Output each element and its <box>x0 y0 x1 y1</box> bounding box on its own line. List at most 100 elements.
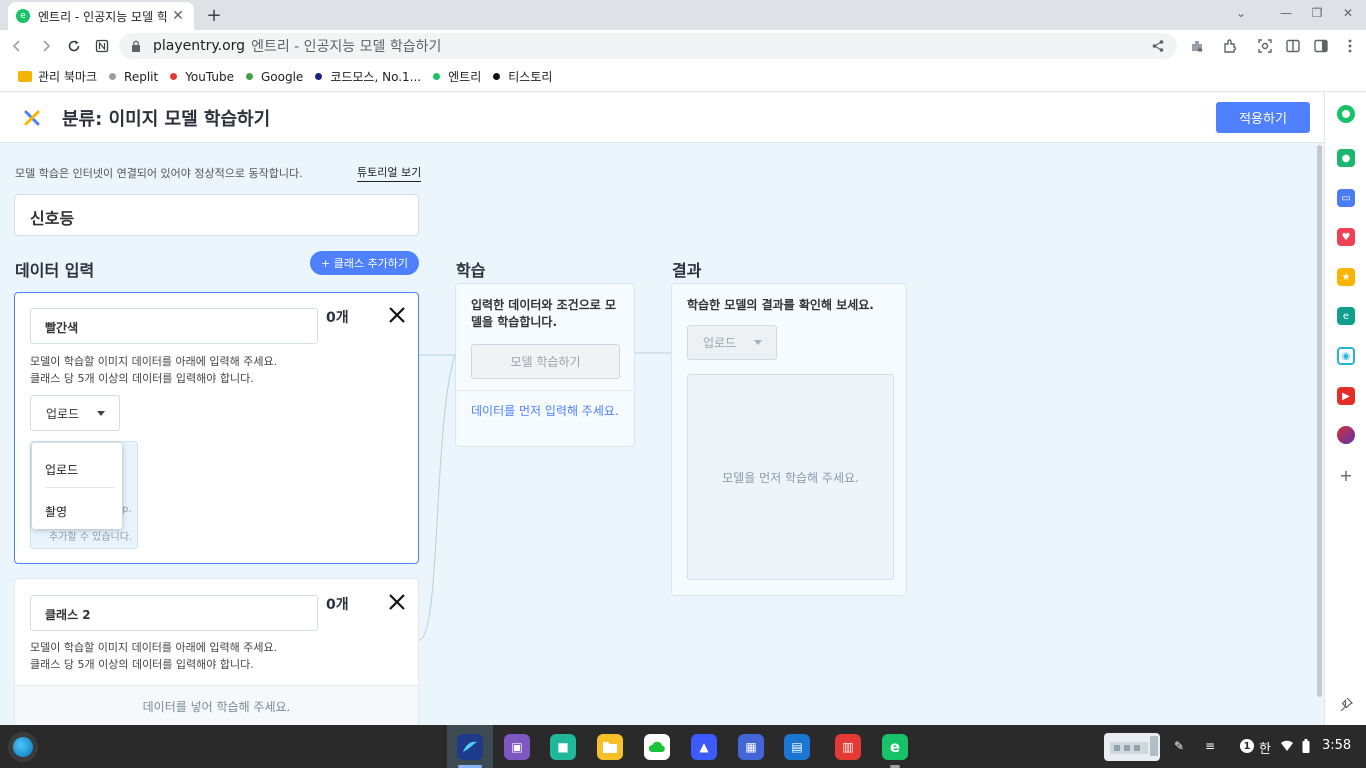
lock-icon <box>132 40 140 52</box>
upload-dropdown[interactable]: 업로드 <box>30 395 120 431</box>
pin-icon[interactable] <box>1337 695 1355 713</box>
data-count: 0개 <box>326 597 349 613</box>
edge-app-icon[interactable]: e <box>1337 307 1355 325</box>
screenshot-icon[interactable] <box>1257 38 1273 54</box>
entry-app-icon[interactable]: e <box>882 734 908 760</box>
menu-item-upload[interactable]: 업로드 <box>45 461 78 478</box>
menu-item-camera[interactable]: 촬영 <box>45 503 67 520</box>
pocket-app-icon[interactable]: ♥ <box>1337 228 1355 246</box>
tab-search-icon[interactable]: ⌄ <box>1233 5 1249 21</box>
back-icon[interactable] <box>8 37 26 55</box>
youtube-app-icon[interactable]: ▶ <box>1337 387 1355 405</box>
reading-mode-icon[interactable] <box>1285 38 1301 54</box>
pen-icon[interactable]: ✎ <box>1171 738 1187 754</box>
internet-notice: 모델 학습은 인터넷이 연결되어 있어야 정상적으로 동작합니다. <box>15 167 303 180</box>
wifi-icon[interactable] <box>1279 738 1295 754</box>
cloud-app-icon[interactable] <box>644 734 670 760</box>
bookmark-codemos[interactable]: 코드모스, No.1... <box>315 68 421 85</box>
bookmark-entry[interactable]: 엔트리 <box>433 68 481 85</box>
bookmark-label: 티스토리 <box>508 70 553 84</box>
delete-class-icon[interactable] <box>387 305 407 325</box>
notification-badge[interactable]: 1 <box>1240 739 1254 753</box>
learn-hint: 데이터를 먼저 입력해 주세요. <box>471 404 619 418</box>
model-name-input[interactable]: 신호등 <box>14 194 419 236</box>
briefcase-app-icon[interactable]: ▭ <box>1337 189 1355 207</box>
class-description: 모델이 학습할 이미지 데이터를 아래에 입력해 주세요. 클래스 당 5개 이… <box>30 353 277 387</box>
classroom-app-icon[interactable]: ▲ <box>691 734 717 760</box>
reload-icon[interactable] <box>65 37 83 55</box>
extension-puzzle-star-icon[interactable] <box>1189 38 1205 54</box>
notes-icon[interactable]: ≡ <box>1202 738 1218 754</box>
entry-favicon-icon: e <box>16 9 30 23</box>
clock[interactable]: 3:58 <box>1322 738 1351 753</box>
tutorial-link[interactable]: 튜토리얼 보기 <box>357 164 422 182</box>
bookmark-managed[interactable]: 관리 북마크 <box>18 68 97 85</box>
side-panel-icon[interactable] <box>1313 38 1329 54</box>
class-name-input[interactable]: 클래스 2 <box>30 595 318 631</box>
folder-icon <box>18 71 32 82</box>
star-app-icon[interactable]: ★ <box>1337 268 1355 286</box>
drop-area-text: p. <box>122 504 132 515</box>
bookmark-tistory[interactable]: 티스토리 <box>493 68 552 85</box>
class-description: 모델이 학습할 이미지 데이터를 아래에 입력해 주세요. 클래스 당 5개 이… <box>30 639 277 673</box>
bookmark-label: 코드모스, No.1... <box>330 70 422 84</box>
launcher-button[interactable] <box>8 732 38 762</box>
close-x-icon[interactable] <box>22 108 42 128</box>
page-scrollbar[interactable] <box>1317 145 1322 697</box>
presentation-app-icon[interactable]: ▦ <box>738 734 764 760</box>
calendar-app-icon[interactable]: ▥ <box>835 734 861 760</box>
apply-button[interactable]: 적용하기 <box>1216 102 1310 133</box>
screenshot-thumbnail[interactable] <box>1104 733 1160 761</box>
new-tab-icon[interactable]: + <box>204 5 224 26</box>
class-name-input[interactable]: 빨간색 <box>30 308 318 344</box>
add-app-icon[interactable]: + <box>1337 466 1355 485</box>
restore-icon[interactable]: ❐ <box>1305 3 1329 23</box>
result-title: 결과 <box>672 261 702 280</box>
replit-favicon-icon <box>109 73 117 80</box>
caret-down-icon <box>97 410 106 416</box>
upload-dropdown-menu: 업로드 촬영 <box>32 443 122 529</box>
codemos-favicon-icon <box>315 73 323 80</box>
add-class-button[interactable]: + 클래스 추가하기 <box>310 251 419 275</box>
files-app-icon[interactable] <box>597 734 623 760</box>
browser-tab[interactable]: e 엔트리 - 인공지능 모델 학습하 ✕ <box>8 2 194 30</box>
browser-toolbar: playentry.org 엔트리 - 인공지능 모델 학습하기 <box>0 30 1366 62</box>
ime-indicator[interactable]: 한 <box>1259 738 1271 757</box>
class-empty-message: 데이터를 넣어 학습해 주세요. <box>15 685 418 725</box>
delete-class-icon[interactable] <box>387 592 407 612</box>
data-input-title: 데이터 입력 <box>15 261 95 280</box>
learn-title: 학습 <box>456 261 486 280</box>
bird-app-icon[interactable] <box>457 734 483 760</box>
bookmark-youtube[interactable]: YouTube <box>170 70 234 84</box>
address-bar[interactable]: playentry.org 엔트리 - 인공지능 모델 학습하기 <box>119 33 1177 59</box>
meet-app-icon[interactable] <box>1337 426 1355 444</box>
battery-icon[interactable] <box>1298 738 1314 754</box>
tab-title: 엔트리 - 인공지능 모델 학습하 <box>38 9 166 24</box>
share-icon[interactable] <box>1151 39 1165 53</box>
window-close-icon[interactable]: ✕ <box>1336 3 1360 23</box>
camera-app-icon[interactable]: ◉ <box>1337 347 1355 365</box>
store-app-icon[interactable]: ▣ <box>504 734 530 760</box>
video-app-icon[interactable]: ■ <box>550 734 576 760</box>
circle-app-icon[interactable] <box>1337 105 1355 123</box>
description-line: 모델이 학습할 이미지 데이터를 아래에 입력해 주세요. <box>30 355 278 368</box>
browser-menu-icon[interactable] <box>1342 38 1358 54</box>
notion-extension-icon[interactable] <box>93 37 111 55</box>
browser-side-panel: ● ▭ ♥ ★ e ◉ ▶ + <box>1324 93 1366 725</box>
bookmark-label: Google <box>260 69 304 84</box>
tab-strip: e 엔트리 - 인공지능 모델 학습하 ✕ + ⌄ — ❐ ✕ <box>0 0 1366 30</box>
tab-close-icon[interactable]: ✕ <box>170 8 186 24</box>
book-app-icon[interactable]: ▤ <box>784 734 810 760</box>
minimize-icon[interactable]: — <box>1274 3 1298 23</box>
extensions-icon[interactable] <box>1222 38 1238 54</box>
forward-icon[interactable] <box>37 37 55 55</box>
bookmark-google[interactable]: Google <box>245 69 304 84</box>
bookmark-label: 엔트리 <box>448 70 482 84</box>
bell-app-icon[interactable]: ● <box>1337 149 1355 167</box>
upload-dropdown-label: 업로드 <box>46 406 80 421</box>
youtube-favicon-icon <box>170 73 178 80</box>
description-line: 모델이 학습할 이미지 데이터를 아래에 입력해 주세요. <box>30 641 278 654</box>
train-model-button[interactable]: 모델 학습하기 <box>471 344 620 379</box>
result-upload-dropdown[interactable]: 업로드 <box>687 325 777 360</box>
bookmark-replit[interactable]: Replit <box>109 70 158 84</box>
